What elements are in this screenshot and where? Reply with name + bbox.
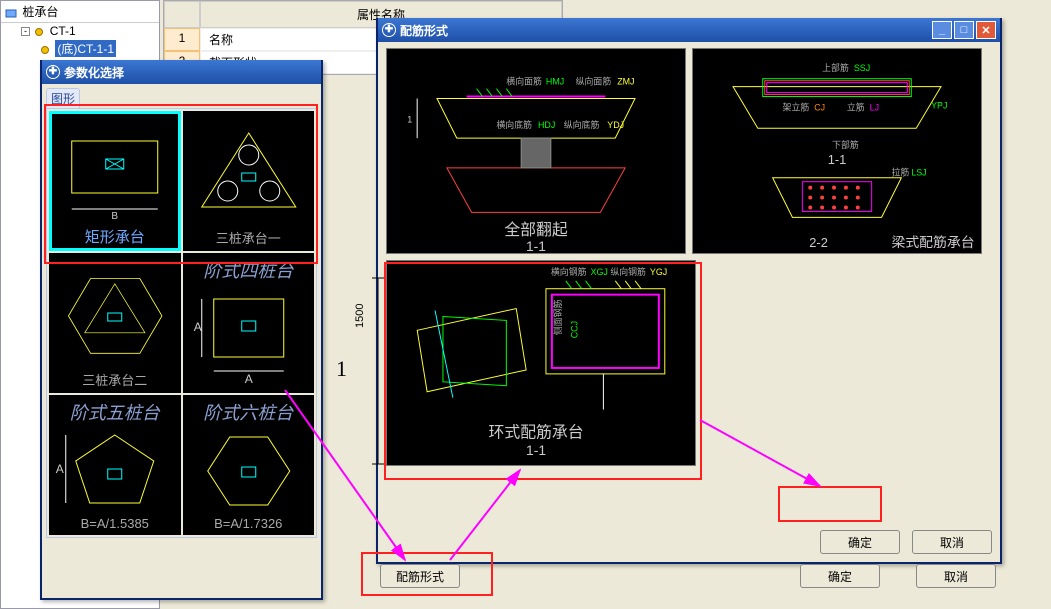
svg-text:横向面筋: 横向面筋 (506, 76, 542, 87)
node-icon (35, 28, 43, 36)
maximize-button[interactable]: □ (954, 21, 974, 39)
svg-text:纵向面筋: 纵向面筋 (576, 76, 612, 87)
svg-text:1-1: 1-1 (828, 152, 847, 167)
pv1-caption: 全部翻起 (504, 221, 567, 239)
app-icon: ✚ (46, 65, 60, 79)
svg-text:1-1: 1-1 (526, 238, 546, 253)
svg-text:ZMJ: ZMJ (617, 77, 634, 87)
thumb-step-4[interactable]: 阶式四桩台 A A (183, 253, 315, 393)
dimension-axis: 1500 1 (358, 268, 384, 474)
svg-text:SSJ: SSJ (854, 63, 870, 73)
collapse-icon[interactable]: - (21, 27, 30, 36)
svg-text:YGJ: YGJ (650, 267, 667, 277)
svg-text:CCJ: CCJ (570, 321, 580, 338)
bottom-cancel-button[interactable]: 取消 (916, 564, 996, 588)
svg-text:YDJ: YDJ (607, 120, 624, 130)
tree-node-label-selected: (底)CT-1-1 (55, 40, 116, 57)
minimize-button[interactable]: _ (932, 21, 952, 39)
thumb-tri-cap-1[interactable]: 三桩承台一 (183, 111, 315, 251)
rebar-style-button[interactable]: 配筋形式 (380, 564, 460, 588)
thumb-caption: 三桩承台一 (183, 228, 315, 247)
svg-text:侧面钢筋: 侧面钢筋 (552, 300, 563, 336)
cancel-button[interactable]: 取消 (912, 530, 992, 554)
svg-text:梁式配筋承台: 梁式配筋承台 (891, 234, 974, 250)
svg-text:横向钢筋: 横向钢筋 (551, 266, 587, 277)
svg-text:YPJ: YPJ (931, 100, 947, 110)
svg-text:A: A (193, 320, 201, 334)
thumb-caption: B=A/1.7326 (183, 516, 315, 531)
group-label: 图形 (46, 88, 80, 108)
thumb-caption: 三桩承台二 (49, 370, 181, 389)
svg-text:架立筋: 架立筋 (783, 101, 810, 112)
svg-text:下部筋: 下部筋 (832, 139, 859, 150)
tree-root[interactable]: 桩承台 (1, 1, 159, 23)
svg-text:CJ: CJ (814, 102, 825, 112)
svg-text:立筋: 立筋 (847, 101, 865, 112)
svg-text:纵向底筋: 纵向底筋 (564, 119, 600, 130)
app-icon: ✚ (382, 23, 396, 37)
prop-row-idx: 1 (164, 28, 200, 51)
tree-node-ct1-1[interactable]: (底)CT-1-1 (1, 39, 159, 58)
thumb-rect-cap[interactable]: B 矩形承台 (49, 111, 181, 251)
thumb-caption: B=A/1.5385 (49, 516, 181, 531)
svg-text:1: 1 (407, 114, 412, 124)
titlebar[interactable]: ✚ 参数化选择 (42, 60, 321, 84)
close-button[interactable]: ✕ (976, 21, 996, 39)
preview-beam-rebar[interactable]: 上部筋 SSJ 架立筋 CJ 立筋 LJ YPJ 下部筋 1-1 拉筋LSJ (692, 48, 982, 254)
dim-b: B (111, 211, 118, 222)
thumb-caption: 矩形承台 (49, 226, 181, 247)
thumb-tri-cap-2[interactable]: 三桩承台二 (49, 253, 181, 393)
preview-ring-rebar[interactable]: 横向钢筋 XGJ 纵向钢筋 YGJ 侧面钢筋 CCJ 环式配筋承台 1-1 (386, 260, 696, 466)
ok-button[interactable]: 确定 (820, 530, 900, 554)
axis-dim-label: 1500 (354, 304, 366, 328)
svg-text:A: A (56, 462, 64, 476)
axis-label: 1 (336, 356, 347, 382)
svg-text:1-1: 1-1 (526, 442, 546, 458)
svg-text:拉筋: 拉筋 (891, 167, 909, 178)
thumb-step-6[interactable]: 阶式六桩台 B=A/1.7326 (183, 395, 315, 535)
tree-node-label: CT-1 (50, 24, 76, 38)
svg-text:A: A (244, 372, 252, 386)
param-select-dialog: ✚ 参数化选择 图形 B 矩形承台 (40, 60, 323, 600)
svg-text:LJ: LJ (870, 102, 879, 112)
prop-col-index (164, 1, 200, 28)
svg-text:横向底筋: 横向底筋 (496, 119, 532, 130)
thumbnail-grid: B 矩形承台 三桩承台一 (46, 108, 317, 538)
svg-text:2-2: 2-2 (809, 235, 828, 250)
dialog-title: 参数化选择 (64, 64, 124, 81)
svg-text:XGJ: XGJ (591, 267, 608, 277)
svg-text:LSJ: LSJ (911, 168, 926, 178)
svg-text:环式配筋承台: 环式配筋承台 (489, 423, 584, 441)
preview-full-turnup[interactable]: 横向面筋 HMJ 纵向面筋 ZMJ 横向底筋 HDJ 纵向底筋 YDJ 1 全部翻起 1… (386, 48, 686, 254)
thumb-step-5[interactable]: 阶式五桩台 A B=A/1.5385 (49, 395, 181, 535)
node-icon (41, 46, 49, 54)
svg-text:纵向钢筋: 纵向钢筋 (610, 266, 646, 277)
tree-root-label: 桩承台 (22, 5, 58, 19)
rebar-style-dialog: ✚ 配筋形式 _ □ ✕ 横向面筋 HMJ 纵向面筋 ZMJ 横向底筋 HDJ (376, 18, 1002, 564)
dialog-title: 配筋形式 (400, 22, 448, 39)
svg-text:上部筋: 上部筋 (822, 62, 849, 73)
svg-text:HMJ: HMJ (546, 77, 564, 87)
titlebar[interactable]: ✚ 配筋形式 _ □ ✕ (378, 18, 1000, 42)
svg-text:HDJ: HDJ (538, 120, 555, 130)
tree-node-ct1[interactable]: - CT-1 (1, 23, 159, 39)
bottom-ok-button[interactable]: 确定 (800, 564, 880, 588)
